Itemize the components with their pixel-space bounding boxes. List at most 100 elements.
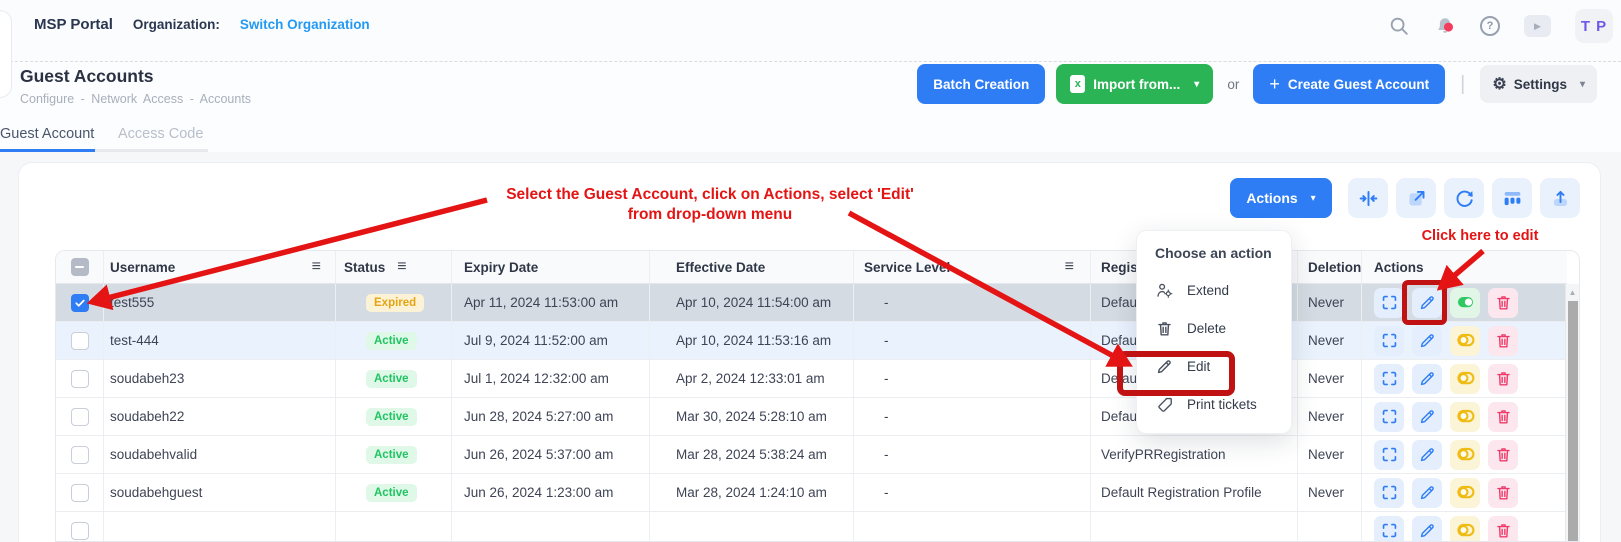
column-menu-icon[interactable]: ≡ [397, 258, 406, 276]
row-delete-button[interactable] [1488, 440, 1518, 470]
table-row-partial[interactable] [56, 512, 1567, 542]
search-icon[interactable] [1388, 15, 1410, 37]
row-expand-button[interactable] [1374, 516, 1404, 542]
row-enable-toggle-off[interactable] [1450, 516, 1480, 542]
settings-button[interactable]: ⚙ Settings ▾ [1480, 65, 1597, 103]
row-checkbox[interactable] [71, 522, 89, 540]
select-all-checkbox[interactable] [71, 258, 89, 276]
collapse-table-button[interactable] [1348, 178, 1388, 218]
refresh-icon [1454, 188, 1475, 209]
row-edit-button[interactable] [1412, 516, 1442, 542]
help-icon[interactable]: ? [1480, 16, 1500, 36]
row-delete-button[interactable] [1488, 516, 1518, 542]
row-expand-button[interactable] [1374, 478, 1404, 508]
row-checkbox[interactable] [71, 408, 89, 426]
cell-expiry: Jun 26, 2024 5:37:00 am [452, 436, 650, 473]
row-expand-button[interactable] [1374, 402, 1404, 432]
tab-access-code[interactable]: Access Code [118, 118, 208, 149]
row-checkbox[interactable] [71, 484, 89, 502]
header-cell-effective: Effective Date [650, 251, 854, 283]
cell-service-level: - [854, 360, 1091, 397]
header-cell-deletion: Deletion [1298, 251, 1362, 283]
column-menu-icon[interactable]: ≡ [1065, 258, 1074, 276]
row-enable-toggle-off[interactable] [1450, 440, 1480, 470]
row-edit-button[interactable] [1412, 402, 1442, 432]
header-cell-expiry: Expiry Date [452, 251, 650, 283]
tab-guest-account[interactable]: Guest Account [0, 118, 95, 149]
breadcrumb: Configure - Network Access - Accounts [20, 92, 251, 106]
row-edit-button[interactable] [1412, 326, 1442, 356]
menu-item-print-tickets[interactable]: Print tickets [1137, 385, 1291, 423]
switch-organization-link[interactable]: Switch Organization [240, 17, 370, 32]
row-delete-button[interactable] [1488, 326, 1518, 356]
scrollbar-up-arrow[interactable]: ▲ [1566, 284, 1579, 300]
row-expand-button[interactable] [1374, 326, 1404, 356]
refresh-button[interactable] [1444, 178, 1484, 218]
column-label-username: Username [110, 260, 175, 275]
row-delete-button[interactable] [1488, 478, 1518, 508]
import-from-button[interactable]: x Import from... ▾ [1056, 64, 1213, 104]
scrollbar-thumb[interactable] [1568, 301, 1578, 542]
row-checkbox[interactable] [71, 446, 89, 464]
collapsed-sidebar-edge[interactable] [0, 10, 12, 98]
row-edit-button[interactable] [1412, 364, 1442, 394]
cell-effective: Apr 2, 2024 12:33:01 am [650, 360, 854, 397]
column-menu-icon[interactable]: ≡ [312, 258, 321, 276]
menu-item-extend-label: Extend [1187, 283, 1229, 298]
chevron-down-icon: ▾ [1194, 79, 1199, 90]
row-enable-toggle-off[interactable] [1450, 364, 1480, 394]
menu-item-delete[interactable]: Delete [1137, 309, 1291, 347]
menu-item-extend[interactable]: Extend [1137, 271, 1291, 309]
trash-icon [1155, 319, 1174, 338]
row-edit-button[interactable] [1412, 288, 1442, 318]
cell-effective: Mar 28, 2024 1:24:10 am [650, 474, 854, 511]
header-cell-checkbox [56, 251, 104, 283]
cell-expiry: Jun 26, 2024 1:23:00 am [452, 474, 650, 511]
expand-icon [1380, 483, 1399, 502]
columns-icon [1502, 188, 1523, 209]
row-edit-button[interactable] [1412, 478, 1442, 508]
table-row-test-444[interactable]: test-444 Active Jul 9, 2024 11:52:00 am … [56, 322, 1567, 360]
row-checkbox-checked[interactable] [71, 294, 89, 312]
table-row-soudabehvalid[interactable]: soudabehvalid Active Jun 26, 2024 5:37:0… [56, 436, 1567, 474]
create-guest-account-label: Create Guest Account [1288, 77, 1429, 92]
row-expand-button[interactable] [1374, 364, 1404, 394]
create-guest-account-button[interactable]: + Create Guest Account [1253, 64, 1445, 104]
batch-creation-button[interactable]: Batch Creation [917, 64, 1045, 104]
pencil-icon [1418, 483, 1437, 502]
row-enable-toggle-off[interactable] [1450, 478, 1480, 508]
table-row-soudabeh23[interactable]: soudabeh23 Active Jul 1, 2024 12:32:00 a… [56, 360, 1567, 398]
table-row-soudabehguest[interactable]: soudabehguest Active Jun 26, 2024 1:23:0… [56, 474, 1567, 512]
row-checkbox[interactable] [71, 370, 89, 388]
row-edit-button[interactable] [1412, 440, 1442, 470]
tour-play-icon[interactable]: ▶ [1524, 15, 1551, 37]
pencil-icon [1155, 357, 1174, 376]
table-scrollbar[interactable]: ▲ [1565, 284, 1579, 542]
user-avatar[interactable]: T P [1575, 9, 1613, 43]
pencil-icon [1418, 407, 1437, 426]
row-expand-button[interactable] [1374, 288, 1404, 318]
table-row-soudabeh22[interactable]: soudabeh22 Active Jun 28, 2024 5:27:00 a… [56, 398, 1567, 436]
row-checkbox[interactable] [71, 332, 89, 350]
notification-bell-icon[interactable] [1434, 15, 1456, 37]
cell-expiry: Jul 1, 2024 12:32:00 am [452, 360, 650, 397]
topbar-left: MSP Portal Organization: Switch Organiza… [34, 0, 370, 48]
row-delete-button[interactable] [1488, 402, 1518, 432]
row-delete-button[interactable] [1488, 288, 1518, 318]
export-button[interactable] [1540, 178, 1580, 218]
table-row-test555[interactable]: test555 Expired Apr 11, 2024 11:53:00 am… [56, 284, 1567, 322]
open-fullscreen-button[interactable] [1396, 178, 1436, 218]
row-enable-toggle-on[interactable] [1450, 288, 1480, 318]
column-label-status: Status [344, 260, 385, 275]
actions-dropdown-button[interactable]: Actions ▾ [1230, 178, 1332, 218]
external-link-icon [1406, 188, 1427, 209]
trash-icon [1494, 293, 1513, 312]
row-delete-button[interactable] [1488, 364, 1518, 394]
row-expand-button[interactable] [1374, 440, 1404, 470]
status-badge-active: Active [366, 370, 417, 388]
menu-item-edit[interactable]: Edit [1137, 347, 1291, 385]
columns-button[interactable] [1492, 178, 1532, 218]
row-enable-toggle-off[interactable] [1450, 402, 1480, 432]
header-actions: Batch Creation x Import from... ▾ or + C… [917, 64, 1597, 104]
row-enable-toggle-off[interactable] [1450, 326, 1480, 356]
